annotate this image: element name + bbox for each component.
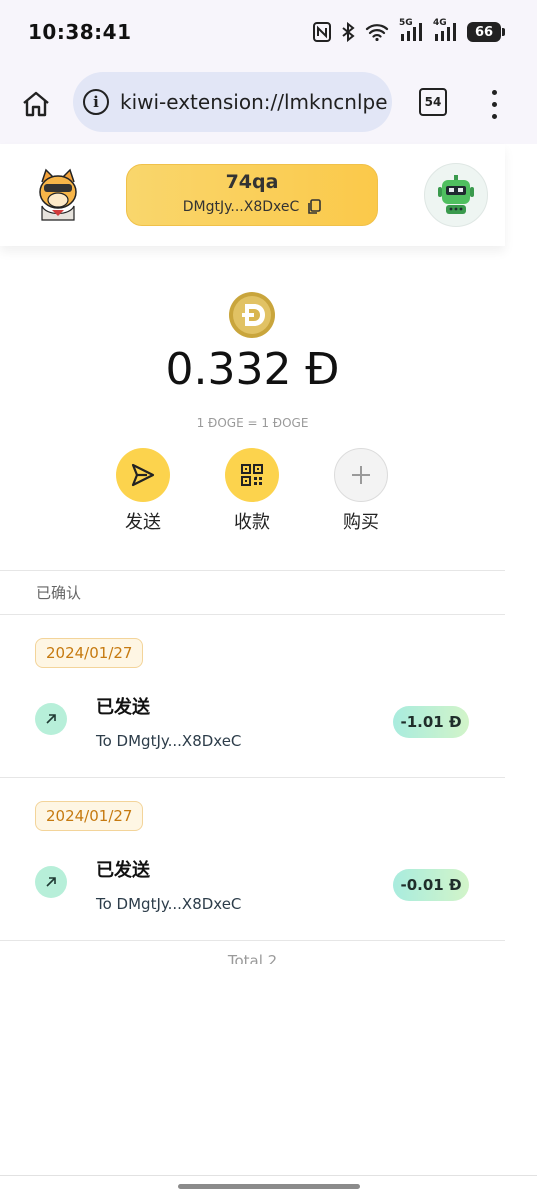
info-icon[interactable]: i <box>83 89 109 115</box>
home-button[interactable] <box>18 86 54 122</box>
dot-icon <box>491 89 497 95</box>
wifi-icon <box>365 23 389 41</box>
buy-button[interactable]: 购买 <box>316 448 406 534</box>
account-address: DMgtJy...X8DxeC <box>182 199 300 215</box>
buy-icon-circle[interactable] <box>334 448 388 502</box>
dot-icon <box>491 101 497 107</box>
url-text[interactable]: kiwi-extension://lmkncnlpe <box>120 90 388 114</box>
send-label[interactable]: 发送 <box>98 508 188 534</box>
sent-arrow-icon <box>35 866 67 898</box>
wallet-header: 74qa DMgtJy...X8DxeC <box>0 144 505 246</box>
qr-code-icon <box>241 464 263 486</box>
divider <box>0 777 505 778</box>
robot-icon <box>438 175 474 214</box>
status-time: 10:38:41 <box>28 20 132 44</box>
transaction-total: Total 2 <box>227 952 278 964</box>
transaction-amount: -1.01 Ð <box>393 706 469 738</box>
divider <box>0 570 505 571</box>
divider <box>0 940 505 941</box>
battery-icon: 66 <box>467 22 505 42</box>
receive-label[interactable]: 收款 <box>207 508 297 534</box>
transaction-title: 已发送 <box>96 860 150 881</box>
status-bar: 10:38:41 5G 4G 66 <box>0 0 537 64</box>
gesture-home-indicator[interactable] <box>178 1184 360 1189</box>
transaction-recipient: To DMgtJy...X8DxeC <box>96 895 242 913</box>
overflow-menu-button[interactable] <box>484 86 504 122</box>
dot-icon <box>491 113 497 119</box>
send-icon-circle[interactable] <box>116 448 170 502</box>
signal-5g-icon: 5G <box>399 18 423 42</box>
browser-toolbar: i kiwi-extension://lmkncnlpe 54 <box>0 64 537 144</box>
transaction-recipient: To DMgtJy...X8DxeC <box>96 732 242 750</box>
url-bar[interactable]: i kiwi-extension://lmkncnlpe <box>73 72 392 132</box>
status-icons: 5G 4G 66 <box>313 18 505 46</box>
send-icon <box>131 463 155 487</box>
confirmed-section-label: 已确认 <box>36 584 82 602</box>
balance-amount: 0.332 Ð <box>165 344 340 395</box>
divider <box>0 614 505 615</box>
sent-arrow-icon <box>35 703 67 735</box>
account-switcher[interactable]: 74qa DMgtJy...X8DxeC <box>126 164 378 226</box>
action-bar: 发送 收款 购买 <box>0 448 505 538</box>
nfc-icon <box>313 22 331 42</box>
transaction-date-badge: 2024/01/27 <box>35 638 144 668</box>
robot-avatar[interactable] <box>424 163 488 227</box>
account-name: 74qa <box>225 171 279 193</box>
transaction-amount: -0.01 Ð <box>393 869 469 901</box>
bottom-divider <box>0 1175 537 1176</box>
tab-switcher-button[interactable]: 54 <box>419 88 447 116</box>
network-label-2: 4G <box>433 18 447 28</box>
network-label-1: 5G <box>399 18 413 28</box>
receive-button[interactable]: 收款 <box>207 448 297 534</box>
receive-icon-circle[interactable] <box>225 448 279 502</box>
copy-icon[interactable] <box>307 199 322 215</box>
bluetooth-icon <box>341 22 355 42</box>
plus-icon <box>352 466 370 484</box>
doge-coin-icon <box>228 291 276 339</box>
account-address-row[interactable]: DMgtJy...X8DxeC <box>127 199 377 215</box>
transaction-date-badge: 2024/01/27 <box>35 801 144 831</box>
home-icon <box>23 91 49 117</box>
transaction-title: 已发送 <box>96 697 150 718</box>
exchange-rate: 1 ÐOGE = 1 ÐOGE <box>196 416 309 430</box>
doge-mascot-logo[interactable] <box>34 168 82 222</box>
send-button[interactable]: 发送 <box>98 448 188 534</box>
buy-label[interactable]: 购买 <box>316 508 406 534</box>
signal-4g-icon: 4G <box>433 18 457 42</box>
